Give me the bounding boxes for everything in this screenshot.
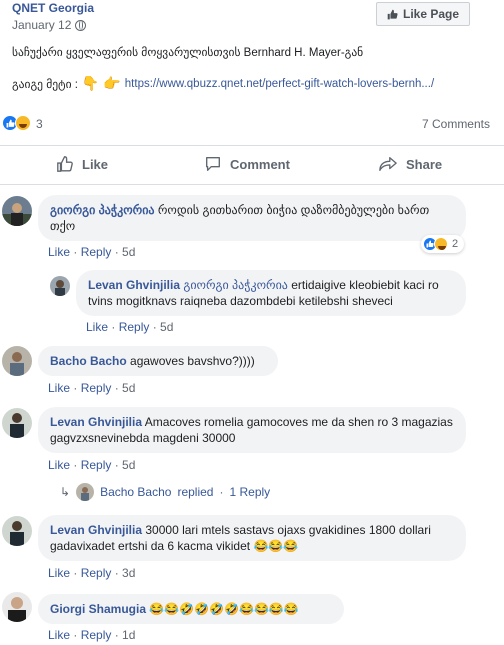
- comment-time[interactable]: 5d: [122, 245, 135, 259]
- replier-name: Bacho Bacho: [100, 485, 172, 499]
- replied-label: replied: [177, 485, 214, 499]
- pointing-down-icon: 👇: [81, 75, 100, 91]
- reply-arrow-icon: ↳: [60, 485, 71, 499]
- reply-count: 1 Reply: [229, 485, 271, 499]
- thumbs-up-icon: [387, 9, 398, 19]
- reactions-count: 2: [452, 238, 459, 250]
- comment-actions: Like · Reply · 1d: [48, 628, 136, 642]
- avatar[interactable]: [2, 516, 32, 546]
- comment-author[interactable]: Giorgi Shamugia: [50, 602, 146, 616]
- avatar[interactable]: [50, 276, 70, 296]
- haha-reaction-icon: [434, 237, 448, 251]
- avatar[interactable]: [2, 592, 32, 622]
- page-name[interactable]: QNET Georgia: [12, 1, 94, 15]
- like-button[interactable]: Like: [56, 155, 108, 173]
- separator: ·: [219, 485, 224, 499]
- avatar: [76, 483, 95, 501]
- comment-actions: Like · Reply · 5d: [86, 320, 174, 334]
- comment-like-button[interactable]: Like: [86, 320, 108, 334]
- comment-text: 😂😂🤣🤣🤣🤣😂😂😂😂: [149, 602, 299, 616]
- comment-author[interactable]: Levan Ghvinjilia: [50, 523, 142, 537]
- post-action-bar: Like Comment Share: [0, 148, 504, 182]
- divider: [0, 145, 504, 146]
- comment-like-button[interactable]: Like: [48, 628, 70, 642]
- comment-actions: Like · Reply · 5d: [48, 245, 136, 259]
- comment-reply-button[interactable]: Reply: [81, 245, 112, 259]
- share-icon: [379, 157, 397, 171]
- post-date-text[interactable]: January 12: [12, 18, 71, 32]
- comment-reply-button[interactable]: Reply: [81, 458, 112, 472]
- comment-text: agawoves bavshvo?)))): [130, 354, 255, 368]
- comment-like-button[interactable]: Like: [48, 381, 70, 395]
- like-page-button[interactable]: Like Page: [376, 2, 470, 26]
- post-date[interactable]: January 12: [12, 18, 87, 32]
- comment-actions: Like · Reply · 5d: [48, 381, 136, 395]
- reaction-icons[interactable]: [2, 115, 31, 131]
- comment-reactions[interactable]: 2: [421, 235, 465, 253]
- comment-bubble: Levan Ghvinjilia გიორგი პაჭკორია ertidai…: [76, 270, 466, 316]
- comment-like-button[interactable]: Like: [48, 458, 70, 472]
- post-text: საჩუქარი ყველაფერის მოყვარულისთვის Bernh…: [12, 47, 364, 59]
- comment-bubble: Bacho Bacho agawoves bavshvo?)))): [38, 346, 278, 376]
- comment-time[interactable]: 5d: [122, 381, 135, 395]
- comment-time[interactable]: 5d: [122, 458, 135, 472]
- share-button[interactable]: Share: [378, 155, 442, 173]
- reactions-summary: 3 7 Comments: [0, 115, 504, 135]
- comment-label: Comment: [230, 156, 290, 172]
- divider: [0, 184, 504, 185]
- comment-bubble: გიორგი პაჭკორია როდის გითხარით ბიჭია დაზ…: [38, 195, 466, 241]
- avatar[interactable]: [2, 196, 32, 226]
- share-label: Share: [406, 156, 443, 172]
- avatar[interactable]: [2, 346, 32, 376]
- comments-count[interactable]: 7 Comments: [422, 117, 490, 131]
- link-prefix: გაიგე მეტი :: [12, 78, 78, 91]
- comment-author[interactable]: Levan Ghvinjilia: [88, 278, 180, 292]
- like-label: Like: [82, 156, 109, 172]
- post-header: QNET Georgia January 12 Like Page: [0, 0, 504, 36]
- comment-reply-button[interactable]: Reply: [81, 566, 112, 580]
- comment-bubble: Levan Ghvinjilia Amacoves romelia gamoco…: [38, 407, 466, 453]
- comment-author[interactable]: Levan Ghvinjilia: [50, 415, 142, 429]
- comment-button[interactable]: Comment: [204, 155, 290, 173]
- like-page-label: Like Page: [402, 7, 460, 21]
- comment-bubble: Levan Ghvinjilia 30000 lari mtels sastav…: [38, 515, 466, 561]
- thumbs-up-icon: [57, 156, 73, 172]
- comment-icon: [206, 157, 220, 171]
- comment-time[interactable]: 3d: [122, 566, 135, 580]
- comment-time[interactable]: 1d: [122, 628, 135, 642]
- pointing-right-icon: 👉: [103, 75, 121, 91]
- comment-actions: Like · Reply · 3d: [48, 566, 136, 580]
- comment-reply-button[interactable]: Reply: [81, 628, 112, 642]
- comment-like-button[interactable]: Like: [48, 245, 70, 259]
- post-link-line: გაიგე მეტი : 👇 👉 https://www.qbuzz.qnet.…: [12, 75, 434, 92]
- comment-actions: Like · Reply · 5d: [48, 458, 136, 472]
- comment-author[interactable]: გიორგი პაჭკორია: [50, 203, 155, 217]
- comment-bubble: Giorgi Shamugia 😂😂🤣🤣🤣🤣😂😂😂😂: [38, 594, 344, 624]
- reaction-count[interactable]: 3: [36, 117, 43, 131]
- post-link[interactable]: https://www.qbuzz.qnet.net/perfect-gift-…: [125, 78, 434, 90]
- comment-time[interactable]: 5d: [160, 320, 173, 334]
- view-replies-link[interactable]: ↳ Bacho Bacho replied · 1 Reply: [60, 483, 270, 501]
- comment-mention[interactable]: გიორგი პაჭკორია: [183, 278, 288, 292]
- globe-icon: [75, 19, 87, 31]
- comment-like-button[interactable]: Like: [48, 566, 70, 580]
- haha-reaction-icon: [15, 115, 31, 131]
- comment-author[interactable]: Bacho Bacho: [50, 354, 127, 368]
- comment-reply-button[interactable]: Reply: [119, 320, 150, 334]
- avatar[interactable]: [2, 408, 32, 438]
- comment-reply-button[interactable]: Reply: [81, 381, 112, 395]
